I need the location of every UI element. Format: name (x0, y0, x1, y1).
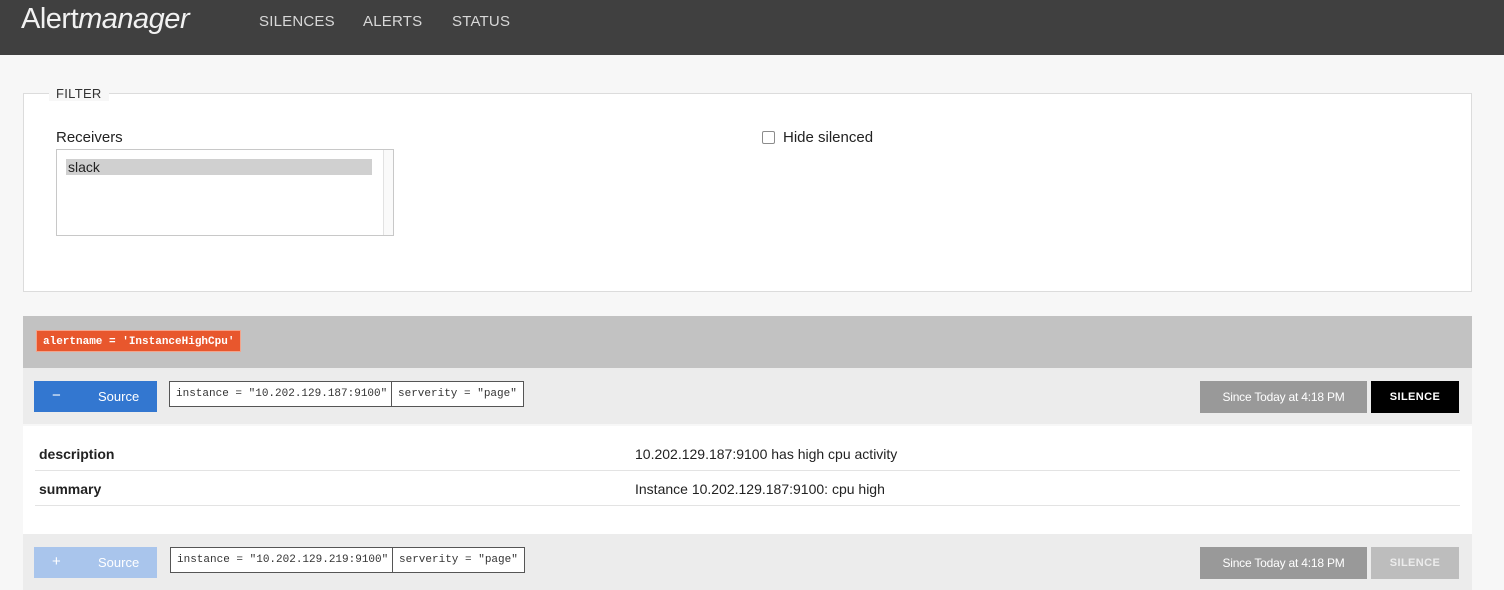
label-tag-severity[interactable]: serverity = "page" (392, 547, 525, 573)
logo-text-plain: Alert (21, 3, 79, 35)
alert-annotations: description 10.202.129.187:9100 has high… (23, 426, 1472, 534)
receivers-label: Receivers (56, 129, 123, 146)
top-navbar: Alertmanager SILENCES ALERTS STATUS (0, 0, 1504, 55)
label-tag-severity[interactable]: serverity = "page" (391, 381, 524, 407)
collapse-icon: − (52, 387, 61, 404)
alert-group-header: alertname = 'InstanceHighCpu' (23, 316, 1472, 368)
label-tag-instance[interactable]: instance = "10.202.129.187:9100" (169, 381, 395, 407)
group-label-badge[interactable]: alertname = 'InstanceHighCpu' (36, 330, 242, 352)
filter-legend: FILTER (49, 86, 109, 101)
receivers-scrollbar[interactable] (383, 150, 393, 235)
hide-silenced-checkbox[interactable] (762, 131, 775, 144)
annotation-row: summary Instance 10.202.129.187:9100: cp… (35, 471, 1460, 506)
annotation-key: description (39, 446, 115, 462)
receiver-option-slack[interactable]: slack (66, 159, 372, 175)
silence-button[interactable]: SILENCE (1371, 547, 1459, 579)
since-timestamp: Since Today at 4:18 PM (1200, 547, 1367, 579)
annotation-value: Instance 10.202.129.187:9100: cpu high (635, 481, 885, 497)
annotation-key: summary (39, 481, 102, 497)
hide-silenced-label: Hide silenced (783, 129, 874, 146)
annotation-value: 10.202.129.187:9100 has high cpu activit… (635, 446, 898, 462)
nav-silences[interactable]: SILENCES (259, 13, 335, 30)
source-toggle-button[interactable]: + Source (34, 547, 157, 578)
annotation-row: description 10.202.129.187:9100 has high… (35, 436, 1460, 471)
nav-alerts[interactable]: ALERTS (363, 13, 422, 30)
silence-button[interactable]: SILENCE (1371, 381, 1459, 413)
filter-panel: FILTER Receivers slack Hide silenced (23, 86, 1472, 292)
alert-row: + Source instance = "10.202.129.219:9100… (23, 534, 1472, 590)
source-toggle-button[interactable]: − Source (34, 381, 157, 412)
source-button-label: Source (98, 389, 140, 404)
logo-text-italic: manager (78, 3, 190, 35)
app-logo[interactable]: Alertmanager (21, 3, 190, 36)
nav-status[interactable]: STATUS (452, 13, 510, 30)
hide-silenced-toggle[interactable]: Hide silenced (762, 129, 873, 146)
label-tag-instance[interactable]: instance = "10.202.129.219:9100" (170, 547, 396, 573)
alert-row: − Source instance = "10.202.129.187:9100… (23, 368, 1472, 424)
expand-icon: + (52, 553, 61, 570)
source-button-label: Source (98, 555, 140, 570)
receivers-select[interactable]: slack (56, 149, 394, 236)
since-timestamp: Since Today at 4:18 PM (1200, 381, 1367, 413)
